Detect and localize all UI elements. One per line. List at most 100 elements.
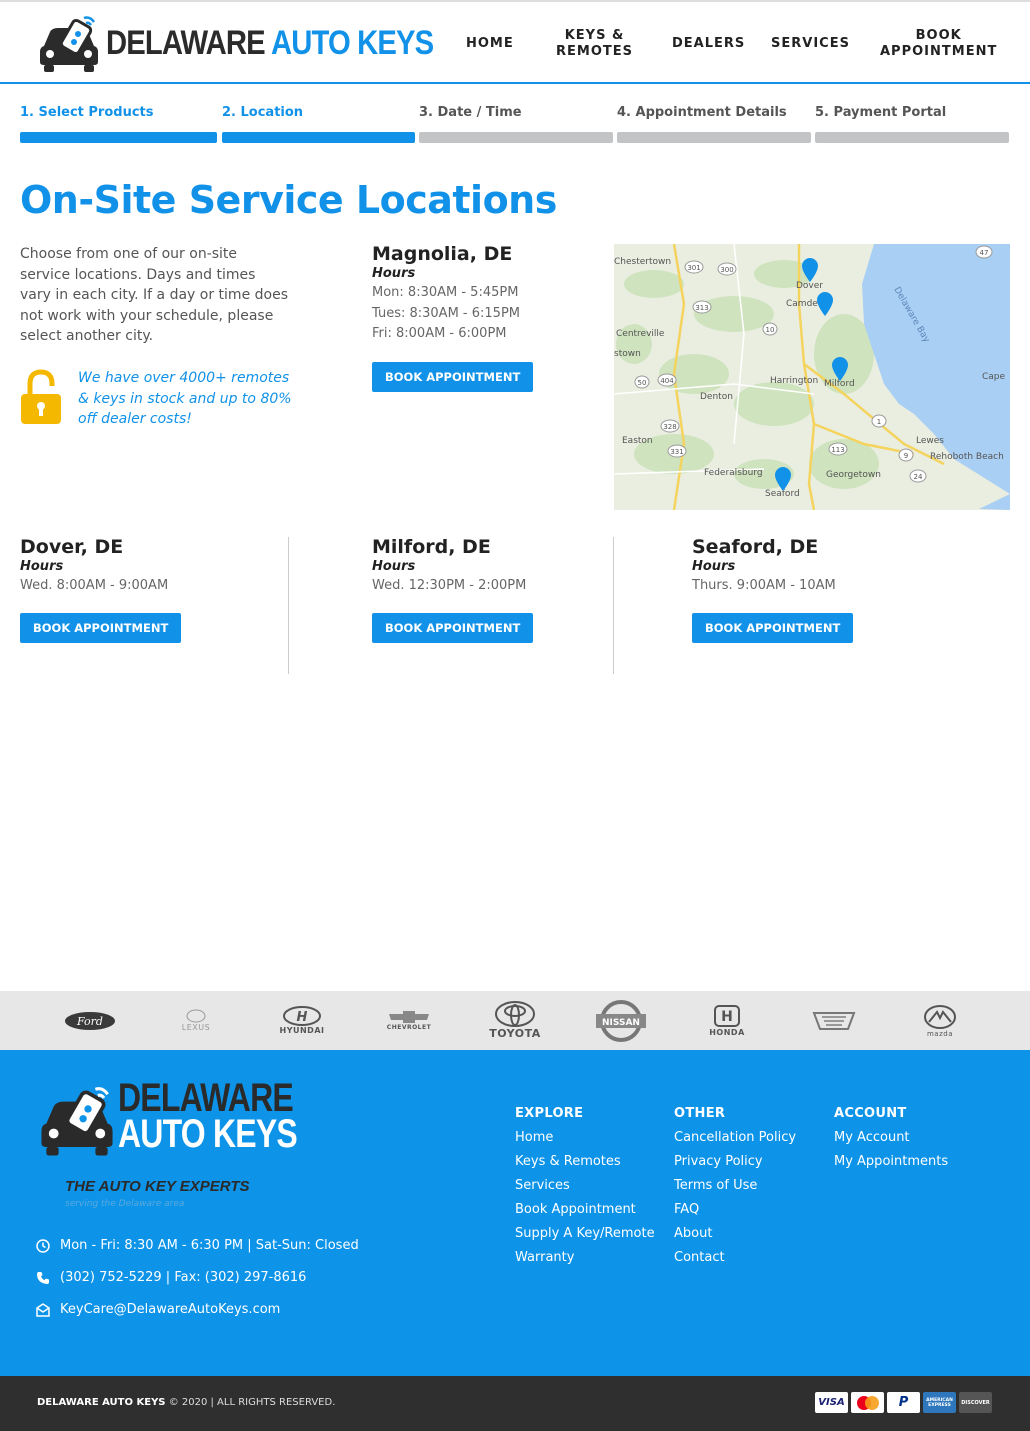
footer-link-terms-of-use[interactable]: Terms of Use [674, 1174, 796, 1198]
cadillac-logo[interactable] [806, 991, 862, 1050]
svg-text:113: 113 [831, 446, 844, 454]
book-appointment-button-dover[interactable]: BOOK APPOINTMENT [20, 612, 182, 643]
payment-cards: VISA P AMERICAN EXPRESS DISCOVER [815, 1392, 995, 1413]
route-badge: 301 [684, 260, 704, 274]
hyundai-logo[interactable]: H HYUNDAI [272, 991, 332, 1050]
footer-logo-line-1: DELAWARE [118, 1076, 294, 1120]
step-date-time: 3. Date / Time [419, 105, 522, 120]
footer-link-home[interactable]: Home [515, 1126, 655, 1150]
brand-name: HYUNDAI [279, 1026, 325, 1035]
map-label: stown [614, 349, 641, 359]
brand-name: TOYOTA [489, 1027, 541, 1040]
footer-link-my-account[interactable]: My Account [834, 1126, 948, 1150]
footer-column-account: ACCOUNT My Account My Appointments [834, 1106, 948, 1174]
svg-text:H: H [721, 1009, 733, 1025]
hours-label: Hours [372, 266, 416, 281]
footer-phone[interactable]: (302) 752-5229 | Fax: (302) 297-8616 [36, 1270, 306, 1285]
footer-phone-text: (302) 752-5229 | Fax: (302) 297-8616 [60, 1270, 307, 1285]
map-label: Easton [622, 436, 653, 446]
hours-line: Wed. 12:30PM - 2:00PM [372, 578, 527, 593]
site-logo[interactable]: DELAWARE AUTO KEYS [36, 12, 487, 74]
footer-link-contact[interactable]: Contact [674, 1246, 796, 1270]
step-bar-3 [419, 132, 613, 143]
map-label: Cape [982, 372, 1006, 382]
hours-line: Tues: 8:30AM - 6:15PM [372, 305, 520, 321]
nav-book-appointment[interactable]: BOOK APPOINTMENT [880, 28, 997, 60]
clock-icon [36, 1238, 50, 1253]
svg-text:313: 313 [695, 304, 708, 312]
location-seaford: Seaford, DE Hours Thurs. 9:00AM - 10AM B… [692, 536, 854, 643]
footer-link-privacy-policy[interactable]: Privacy Policy [674, 1150, 796, 1174]
copyright-bar: DELAWARE AUTO KEYS © 2020 | ALL RIGHTS R… [0, 1376, 1030, 1431]
map-label: Lewes [916, 436, 944, 446]
brand-name: LEXUS [181, 1023, 211, 1032]
footer-link-supply-key[interactable]: Supply A Key/Remote [515, 1222, 655, 1246]
route-badge: 24 [909, 469, 927, 483]
route-badge: 300 [717, 262, 737, 276]
nav-dealers[interactable]: DEALERS [672, 36, 745, 52]
phone-icon [37, 1271, 49, 1284]
footer-logo-wordmark[interactable]: DELAWARE AUTO KEYS [118, 1076, 298, 1154]
footer-link-faq[interactable]: FAQ [674, 1198, 796, 1222]
paypal-icon: P [887, 1392, 920, 1413]
car-key-logo-icon [40, 16, 98, 72]
footer-link-cancellation-policy[interactable]: Cancellation Policy [674, 1126, 796, 1150]
step-select-products[interactable]: 1. Select Products [20, 105, 154, 120]
footer-email[interactable]: KeyCare@DelawareAutoKeys.com [36, 1302, 280, 1317]
promo-block: We have over 4000+ remotes & keys in sto… [20, 368, 300, 430]
toyota-logo[interactable]: TOYOTA [484, 991, 546, 1050]
honda-logo[interactable]: H HONDA [696, 991, 758, 1050]
hours-label: Hours [20, 559, 64, 574]
mastercard-icon [851, 1392, 884, 1413]
footer-link-my-appointments[interactable]: My Appointments [834, 1150, 948, 1174]
chevrolet-logo[interactable]: CHEVROLET [378, 991, 440, 1050]
svg-text:300: 300 [720, 266, 733, 274]
ford-logo[interactable]: Ford [62, 991, 118, 1050]
locations-map[interactable]: Chestertown Dover Camde Centreville stow… [614, 244, 1010, 510]
footer-link-services[interactable]: Services [515, 1174, 655, 1198]
book-appointment-button-seaford[interactable]: BOOK APPOINTMENT [692, 612, 854, 643]
map-label: Federalsburg [704, 468, 763, 478]
location-name: Seaford, DE [692, 536, 819, 558]
step-location[interactable]: 2. Location [222, 105, 303, 120]
mazda-logo[interactable]: mazda [912, 991, 968, 1050]
brand-name: NISSAN [602, 1018, 640, 1028]
map-label: Centreville [616, 329, 665, 339]
car-key-logo-icon [41, 1087, 113, 1156]
copyright-text: DELAWARE AUTO KEYS © 2020 | ALL RIGHTS R… [37, 1397, 335, 1408]
footer-link-book-appointment[interactable]: Book Appointment [515, 1198, 655, 1222]
location-milford: Milford, DE Hours Wed. 12:30PM - 2:00PM … [372, 536, 534, 643]
site-footer: DELAWARE AUTO KEYS THE AUTO KEY EXPERTS … [0, 1050, 1030, 1376]
map-label: Dover [796, 281, 823, 291]
footer-link-keys-remotes[interactable]: Keys & Remotes [515, 1150, 655, 1174]
route-badge: 10 [762, 322, 778, 336]
book-appointment-button-milford[interactable]: BOOK APPOINTMENT [372, 612, 534, 643]
step-bar-1 [20, 132, 217, 143]
brand-name: HONDA [709, 1028, 745, 1037]
nav-home[interactable]: HOME [466, 36, 514, 52]
svg-text:10: 10 [766, 326, 775, 334]
svg-text:50: 50 [638, 379, 647, 387]
footer-link-about[interactable]: About [674, 1222, 796, 1246]
route-badge: 404 [657, 373, 677, 387]
envelope-icon [36, 1302, 50, 1317]
nissan-logo[interactable]: NISSAN [592, 991, 650, 1050]
step-bar-2 [222, 132, 415, 143]
route-badge: 328 [660, 419, 680, 433]
nav-services[interactable]: SERVICES [771, 36, 850, 52]
hours-label: Hours [692, 559, 736, 574]
logo-word-2: AUTO KEYS [271, 23, 434, 62]
logo-wordmark: DELAWARE AUTO KEYS [106, 23, 434, 63]
footer-hours: Mon - Fri: 8:30 AM - 6:30 PM | Sat-Sun: … [36, 1238, 359, 1253]
lexus-logo[interactable]: LEXUS [166, 991, 226, 1050]
amex-card-icon: AMERICAN EXPRESS [923, 1392, 956, 1413]
svg-text:331: 331 [670, 448, 683, 456]
hours-line: Wed. 8:00AM - 9:00AM [20, 578, 169, 593]
footer-tagline: THE AUTO KEY EXPERTS [65, 1178, 250, 1195]
promo-text: We have over 4000+ remotes & keys in sto… [78, 370, 292, 427]
column-divider [613, 537, 614, 674]
footer-link-warranty[interactable]: Warranty [515, 1246, 655, 1270]
book-appointment-button-magnolia[interactable]: BOOK APPOINTMENT [372, 361, 534, 392]
step-appointment-details: 4. Appointment Details [617, 105, 787, 120]
nav-keys-remotes[interactable]: KEYS & REMOTES [556, 28, 633, 60]
